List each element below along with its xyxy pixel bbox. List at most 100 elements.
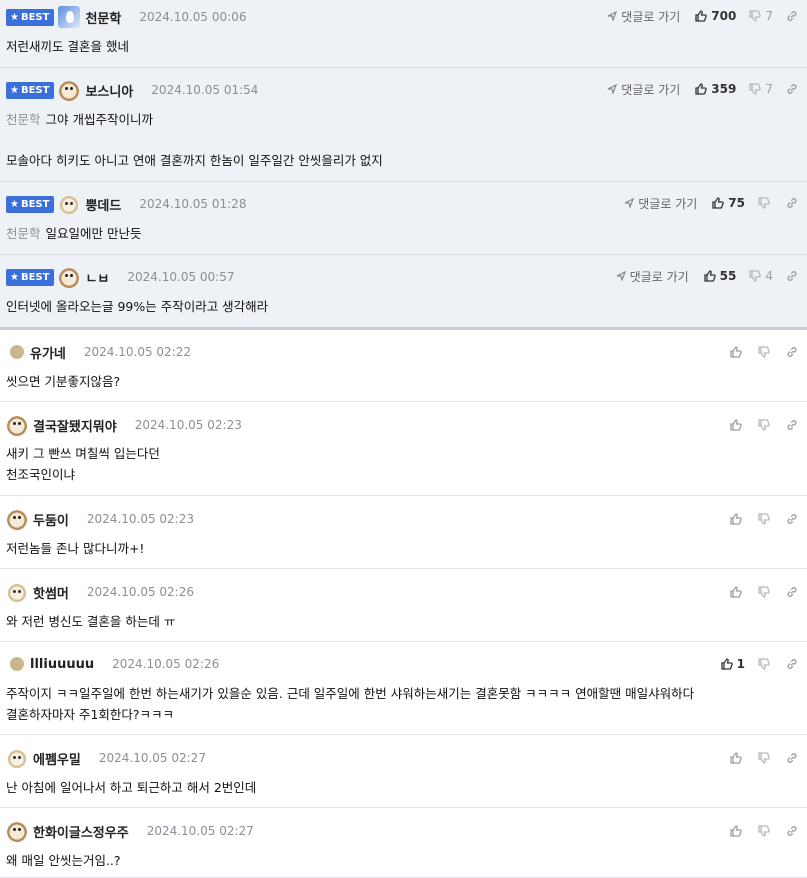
like-button[interactable] (694, 9, 708, 23)
comment-body: 천문학 일요일에만 만난듯 (6, 223, 142, 244)
dislike-button[interactable] (757, 585, 771, 599)
dislike-button[interactable] (757, 196, 771, 210)
like-button[interactable] (729, 751, 743, 765)
avatar[interactable] (6, 747, 28, 769)
dislike-button[interactable] (757, 824, 771, 838)
comment-body: 저런놈들 존나 많다니까+! (6, 538, 144, 559)
comment-text: 모솔아다 히키도 아니고 연애 결혼까지 한놈이 일주일간 안씻을리가 없지 (6, 153, 383, 168)
nickname[interactable]: 한화이글스정우주 (33, 822, 129, 841)
like-button[interactable] (729, 418, 743, 432)
goto-comment-link[interactable]: 댓글로 가기 (607, 8, 680, 25)
link-icon[interactable] (785, 657, 799, 671)
comment-actions: 댓글로 가기 55 4 (616, 262, 799, 290)
comment-header: 한화이글스정우주 2024.10.05 02:27 (6, 814, 254, 848)
dislike-button[interactable] (757, 418, 771, 432)
nickname[interactable]: 에펨우밀 (33, 749, 81, 768)
link-icon[interactable] (785, 269, 799, 283)
comment-row: 결국잘됐지뭐야 2024.10.05 02:23 새키 그 빤쓰 며칠씩 입는다던 천… (0, 402, 807, 496)
goto-label: 댓글로 가기 (638, 196, 698, 211)
dislike-count: 4 (765, 269, 773, 283)
like-count: 700 (711, 9, 737, 23)
comment-row: ★ BEST 보스니아 2024.10.05 01:54 댓글로 가기 359 7 천문학 그야… (0, 68, 807, 182)
comment-text: 결혼하자마자 주1회한다?ㅋㅋㅋ (6, 707, 175, 722)
reply-target[interactable]: 천문학 (6, 112, 41, 127)
goto-label: 댓글로 가기 (621, 82, 681, 97)
nickname[interactable]: 천문학 (85, 8, 121, 27)
arrow-icon (616, 271, 626, 281)
link-icon[interactable] (785, 82, 799, 96)
dislike-button[interactable] (748, 269, 762, 283)
comment-actions (729, 744, 799, 772)
comment-line: 천조국인이냐 (6, 464, 160, 485)
link-icon[interactable] (785, 751, 799, 765)
link-icon[interactable] (785, 585, 799, 599)
comment-header: 핫썸머 2024.10.05 02:26 (6, 575, 194, 609)
comment-text: 일요일에만 만난듯 (45, 226, 142, 241)
link-icon[interactable] (785, 345, 799, 359)
like-count: 55 (719, 269, 737, 283)
nickname[interactable]: 뿡데드 (85, 195, 121, 214)
comment-actions (729, 505, 799, 533)
comment-line (6, 130, 383, 150)
avatar[interactable] (6, 820, 28, 842)
arrow-icon (624, 198, 635, 208)
comment-actions (729, 411, 799, 439)
nickname[interactable]: llliuuuuu (30, 657, 94, 672)
comment-date: 2024.10.05 02:27 (146, 824, 254, 838)
like-button[interactable] (694, 82, 708, 96)
dislike-button[interactable] (757, 657, 771, 671)
like-button[interactable] (729, 824, 743, 838)
link-icon[interactable] (785, 418, 799, 432)
comment-text: 와 저런 병신도 결혼을 하는데 ㅠ (6, 614, 176, 629)
link-icon[interactable] (785, 512, 799, 526)
comment-text: 저런새끼도 결혼을 했네 (6, 39, 129, 54)
avatar[interactable] (6, 581, 28, 603)
comment-row: ★ BEST ㄴㅂ 2024.10.05 00:57 댓글로 가기 55 4 인터넷에 올라오… (0, 255, 807, 330)
dislike-button[interactable] (748, 82, 762, 96)
comment-line: 와 저런 병신도 결혼을 하는데 ㅠ (6, 611, 175, 632)
comment-text: 씻으면 기분좋지않음? (6, 374, 121, 389)
comment-date: 2024.10.05 02:27 (98, 751, 206, 765)
nickname[interactable]: 보스니아 (85, 81, 133, 100)
comment-header: ★ BEST 보스니아 2024.10.05 01:54 (6, 73, 258, 107)
goto-comment-link[interactable]: 댓글로 가기 (616, 268, 689, 285)
like-button[interactable] (729, 345, 743, 359)
reply-target[interactable]: 천문학 (6, 226, 41, 241)
like-button[interactable] (703, 269, 717, 283)
avatar[interactable] (58, 6, 81, 28)
comment-line: 새키 그 빤쓰 며칠씩 입는다던 (6, 443, 160, 464)
nickname[interactable]: 결국잘됐지뭐야 (33, 416, 117, 435)
dislike-button[interactable] (757, 751, 771, 765)
nickname[interactable]: 유가네 (30, 343, 66, 362)
like-count: 75 (728, 196, 745, 210)
like-button[interactable] (729, 512, 743, 526)
like-button[interactable] (720, 657, 734, 671)
like-button[interactable] (711, 196, 725, 210)
star-icon: ★ (10, 84, 19, 96)
avatar[interactable] (6, 414, 28, 436)
like-button[interactable] (729, 585, 743, 599)
nickname[interactable]: 두둠이 (33, 510, 69, 529)
avatar[interactable] (58, 266, 81, 288)
comment-header: 결국잘됐지뭐야 2024.10.05 02:23 (6, 408, 242, 442)
comment-body: 씻으면 기분좋지않음? (6, 371, 120, 392)
avatar[interactable] (10, 345, 24, 359)
link-icon[interactable] (785, 824, 799, 838)
avatar[interactable] (6, 508, 28, 530)
dislike-button[interactable] (757, 345, 771, 359)
dislike-button[interactable] (757, 512, 771, 526)
goto-comment-link[interactable]: 댓글로 가기 (624, 195, 697, 212)
link-icon[interactable] (785, 196, 799, 210)
nickname[interactable]: 핫썸머 (33, 583, 69, 602)
dislike-button[interactable] (748, 9, 762, 23)
comment-body: 천문학 그야 개씹주작이니까 모솔아다 히키도 아니고 연애 결혼까지 한놈이 일주… (6, 109, 383, 171)
avatar[interactable] (58, 79, 81, 101)
avatar[interactable] (58, 193, 81, 215)
comment-text: 저런놈들 존나 많다니까+! (6, 541, 145, 556)
link-icon[interactable] (785, 9, 799, 23)
goto-comment-link[interactable]: 댓글로 가기 (607, 81, 680, 98)
nickname[interactable]: ㄴㅂ (85, 268, 109, 287)
star-icon: ★ (10, 198, 19, 210)
avatar[interactable] (10, 657, 24, 671)
comment-row: 한화이글스정우주 2024.10.05 02:27 왜 매일 안씻는거임..? (0, 808, 807, 878)
